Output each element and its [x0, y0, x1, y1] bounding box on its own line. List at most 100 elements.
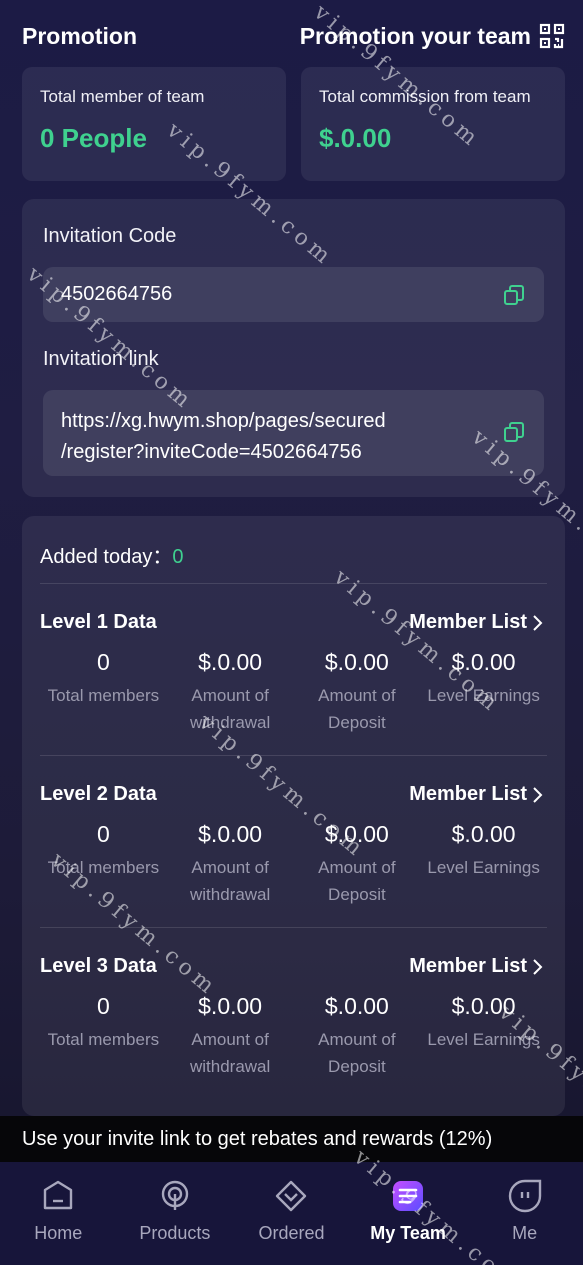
metric-value: $.0.00: [324, 821, 389, 847]
metric-value: $.0.00: [324, 993, 389, 1019]
metric-level-earnings: $.0.00 Level Earnings: [420, 649, 547, 736]
level-3-section: Level 3 Data Member List 0 Total members …: [22, 955, 565, 1105]
metric-label: Level Earnings: [427, 1030, 540, 1049]
tab-label: Ordered: [258, 1223, 325, 1243]
tab-label: Products: [139, 1223, 211, 1243]
chevron-right-icon: [533, 958, 543, 975]
metric-value: $.0.00: [198, 649, 263, 675]
added-today-value: 0: [172, 546, 184, 568]
bottom-tab-bar: Home Products Ordered My Team Me: [0, 1162, 583, 1265]
metric-label: Amount of withdrawal: [189, 1030, 271, 1076]
level-metrics: 0 Total members $.0.00 Amount of withdrawal…: [40, 821, 547, 908]
member-list-label: Member List: [409, 783, 527, 805]
home-icon: [44, 1180, 73, 1210]
invitation-link-label: Invitation link: [43, 348, 159, 370]
team-members-value: 0 People: [40, 123, 147, 153]
rebate-banner: Use your invite link to get rebates and …: [0, 1116, 583, 1162]
tab-ordered[interactable]: Ordered: [233, 1162, 350, 1265]
metric-level-earnings: $.0.00 Level Earnings: [420, 993, 547, 1080]
promotion-team-label: Promotion your team: [299, 22, 531, 49]
metric-value: 0: [96, 993, 110, 1019]
metric-deposit: $.0.00 Amount of Deposit: [294, 649, 421, 736]
metric-value: $.0.00: [451, 821, 516, 847]
metric-label: Amount of Deposit: [318, 858, 396, 904]
metric-label: Total members: [47, 1030, 160, 1049]
metric-label: Level Earnings: [427, 686, 540, 705]
member-list-label: Member List: [409, 955, 527, 977]
promotion-team-button[interactable]: Promotion your team: [300, 23, 565, 50]
my-team-icon: [393, 1181, 424, 1211]
chevron-right-icon: [533, 614, 543, 631]
metric-label: Level Earnings: [427, 858, 540, 877]
metric-value: $.0.00: [324, 649, 389, 675]
invitation-code-field: 4502664756: [43, 267, 544, 322]
tab-label: Me: [512, 1223, 538, 1243]
invitation-code-value: 4502664756: [61, 283, 173, 305]
team-commission-label: Total commission from team: [319, 87, 531, 106]
level-1-section: Level 1 Data Member List 0 Total members …: [22, 611, 565, 761]
metric-label: Amount of Deposit: [318, 1030, 396, 1076]
team-commission-card: Total commission from team $.0.00: [301, 67, 565, 181]
metric-total-members: 0 Total members: [40, 649, 167, 736]
level-title: Level 2 Data: [40, 783, 157, 805]
metric-value: $.0.00: [451, 993, 516, 1019]
invitation-link-field: https://xg.hwym.shop/pages/secured /regi…: [43, 390, 544, 476]
team-commission-value: $.0.00: [319, 123, 392, 153]
tab-products[interactable]: Products: [117, 1162, 234, 1265]
metric-withdrawal: $.0.00 Amount of withdrawal: [167, 993, 294, 1080]
metric-value: 0: [96, 821, 110, 847]
member-list-label: Member List: [409, 611, 527, 633]
level-metrics: 0 Total members $.0.00 Amount of withdrawal…: [40, 993, 547, 1080]
invitation-link-line1: https://xg.hwym.shop/pages/secured: [61, 410, 386, 432]
metric-value: $.0.00: [198, 993, 263, 1019]
metric-label: Amount of withdrawal: [189, 858, 271, 904]
metric-value: 0: [96, 649, 110, 675]
metric-value: $.0.00: [451, 649, 516, 675]
products-icon: [161, 1180, 189, 1210]
member-list-link-level-2[interactable]: Member List: [409, 783, 543, 806]
level-title: Level 3 Data: [40, 955, 157, 977]
member-list-link-level-1[interactable]: Member List: [409, 611, 543, 634]
level-metrics: 0 Total members $.0.00 Amount of withdrawal…: [40, 649, 547, 736]
metric-value: $.0.00: [198, 821, 263, 847]
copy-link-icon[interactable]: [502, 420, 526, 444]
chevron-right-icon: [533, 786, 543, 803]
tab-my-team[interactable]: My Team: [350, 1162, 467, 1265]
tab-home[interactable]: Home: [0, 1162, 117, 1265]
metric-label: Amount of withdrawal: [189, 686, 271, 732]
tab-me[interactable]: Me: [466, 1162, 583, 1265]
divider: [40, 583, 547, 584]
metric-total-members: 0 Total members: [40, 993, 167, 1080]
ordered-icon: [276, 1180, 307, 1212]
member-list-link-level-3[interactable]: Member List: [409, 955, 543, 978]
metric-deposit: $.0.00 Amount of Deposit: [294, 821, 421, 908]
metric-label: Total members: [47, 858, 160, 877]
metric-label: Amount of Deposit: [318, 686, 396, 732]
metric-deposit: $.0.00 Amount of Deposit: [294, 993, 421, 1080]
level-title: Level 1 Data: [40, 611, 157, 633]
metric-total-members: 0 Total members: [40, 821, 167, 908]
level-2-section: Level 2 Data Member List 0 Total members …: [22, 783, 565, 933]
invitation-card: Invitation Code 4502664756 Invitation li…: [22, 199, 565, 497]
page-header: Promotion Promotion your team: [22, 18, 565, 54]
divider: [40, 927, 547, 928]
added-today: Added today：0: [40, 540, 183, 569]
copy-code-icon[interactable]: [502, 283, 526, 307]
rebate-text: Use your invite link to get rebates and …: [22, 1127, 493, 1150]
metric-withdrawal: $.0.00 Amount of withdrawal: [167, 649, 294, 736]
me-icon: [508, 1179, 541, 1213]
team-members-label: Total member of team: [40, 87, 205, 106]
invitation-code-label: Invitation Code: [43, 225, 177, 247]
page-title: Promotion: [22, 22, 137, 49]
added-today-label: Added today：: [40, 546, 173, 568]
team-data-card: Added today：0 Level 1 Data Member List 0…: [22, 516, 565, 1116]
metric-level-earnings: $.0.00 Level Earnings: [420, 821, 547, 908]
metric-withdrawal: $.0.00 Amount of withdrawal: [167, 821, 294, 908]
tab-label: Home: [34, 1223, 83, 1243]
divider: [40, 755, 547, 756]
tab-label: My Team: [370, 1223, 446, 1243]
team-members-card: Total member of team 0 People: [22, 67, 286, 181]
metric-label: Total members: [47, 686, 160, 705]
qr-code-icon[interactable]: [539, 23, 565, 49]
invitation-link-line2: /register?inviteCode=4502664756: [61, 441, 362, 463]
